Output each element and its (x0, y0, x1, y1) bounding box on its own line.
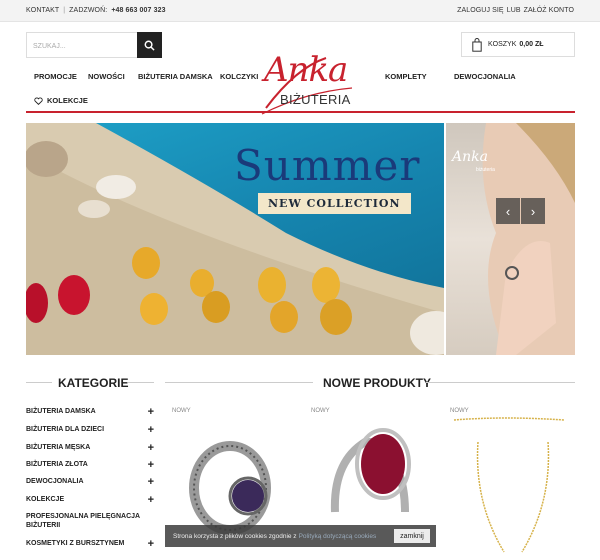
cookie-bar: Strona korzysta z plików cookies zgodnie… (165, 525, 436, 547)
search-icon (144, 40, 155, 51)
product-card[interactable]: NOWY (444, 402, 578, 560)
expand-icon[interactable]: + (148, 442, 154, 454)
nav-item-kolczyki[interactable]: KOLCZYKI (220, 72, 258, 81)
category-label: BIŻUTERIA ZŁOTA (26, 461, 88, 468)
chevron-left-icon: ‹ (505, 203, 511, 219)
phone-number[interactable]: +48 663 007 323 (111, 7, 165, 14)
expand-icon[interactable]: + (148, 476, 154, 488)
category-item[interactable]: BIŻUTERIA MĘSKA + (26, 442, 154, 454)
shopping-bag-icon (472, 37, 482, 52)
cart-label: KOSZYK (488, 41, 517, 48)
category-item[interactable]: KOSMETYKI Z BURSZTYNEM + (26, 538, 154, 550)
cart-amount: 0,00 ZŁ (519, 41, 544, 48)
heading-line (26, 382, 52, 383)
category-item[interactable]: BIŻUTERIA ZŁOTA + (26, 459, 154, 471)
nav-item-dewocjonalia[interactable]: DEWOCJONALIA (454, 72, 516, 81)
expand-icon[interactable]: + (148, 538, 154, 550)
heading-line (165, 382, 313, 383)
heading-line (426, 382, 575, 383)
main-nav: PROMOCJE NOWOŚCI BIŻUTERIA DAMSKA KOLCZY… (0, 64, 600, 112)
expand-icon[interactable]: + (148, 406, 154, 418)
contact-link[interactable]: KONTAKT (26, 7, 59, 14)
top-bar: KONTAKT | ZADZWOŃ: +48 663 007 323 ZALOG… (0, 0, 600, 22)
category-item[interactable]: KOLEKCJE + (26, 494, 154, 506)
category-item[interactable]: BIŻUTERIA DAMSKA + (26, 406, 154, 418)
nav-item-kolekcje[interactable]: KOLEKCJE (34, 96, 88, 105)
cart-button[interactable]: KOSZYK 0,00 ZŁ (461, 32, 575, 57)
slider-next-button[interactable]: › (521, 198, 545, 224)
login-link[interactable]: ZALOGUJ SIĘ (457, 7, 504, 14)
banner-title: Summer (234, 141, 421, 190)
heart-icon (34, 96, 43, 105)
category-label: DEWOCJONALIA (26, 478, 84, 485)
call-label: ZADZWOŃ: (69, 7, 108, 14)
nav-item-promocje[interactable]: PROMOCJE (34, 72, 77, 81)
slider-prev-button[interactable]: ‹ (496, 198, 520, 224)
category-label: BIŻUTERIA DLA DZIECI (26, 426, 105, 433)
account-links: ZALOGUJ SIĘ LUB ZAŁÓŻ KONTO (457, 7, 574, 14)
search-box (26, 32, 162, 58)
or-text: LUB (506, 7, 521, 14)
category-label: BIŻUTERIA MĘSKA (26, 444, 91, 451)
category-label: KOLEKCJE (26, 496, 65, 503)
category-item[interactable]: PROFESJONALNA PIELĘGNACJA BIŻUTERII (26, 512, 144, 530)
product-image-chain (453, 417, 565, 553)
nav-item-kolekcje-label: KOLEKCJE (47, 96, 88, 105)
register-link[interactable]: ZAŁÓŻ KONTO (524, 7, 574, 14)
banner-main-image: Summer NEW COLLECTION (26, 123, 444, 355)
expand-icon[interactable]: + (148, 494, 154, 506)
cookie-text: Strona korzysta z plików cookies zgodnie… (173, 532, 297, 540)
top-bar-contact: KONTAKT | ZADZWOŃ: +48 663 007 323 (26, 7, 166, 14)
category-label: KOSMETYKI Z BURSZTYNEM (26, 540, 125, 547)
category-item[interactable]: DEWOCJONALIA + (26, 476, 154, 488)
banner-side-logo-sub: biżuteria (476, 167, 495, 173)
banner-side-image: Anka biżuteria (446, 123, 575, 355)
nav-divider (26, 111, 575, 113)
category-item[interactable]: BIŻUTERIA DLA DZIECI + (26, 424, 154, 436)
heading-line (128, 382, 154, 383)
search-input[interactable] (33, 39, 133, 53)
banner-subtitle: NEW COLLECTION (258, 193, 411, 214)
categories-heading: KATEGORIE (58, 376, 129, 390)
cookie-policy-link[interactable]: Polityką dotyczącą cookies (299, 533, 377, 540)
search-button[interactable] (137, 32, 162, 58)
category-label: PROFESJONALNA PIELĘGNACJA BIŻUTERII (26, 513, 140, 529)
cookie-close-button[interactable]: zamknij (394, 529, 430, 543)
separator: | (63, 7, 66, 14)
hero-banner[interactable]: Summer NEW COLLECTION Anka biżuteria (26, 123, 575, 355)
nav-item-bizuteria-damska[interactable]: BIŻUTERIA DAMSKA (138, 72, 213, 81)
new-products-heading: NOWE PRODUKTY (323, 376, 431, 390)
banner-side-logo: Anka (452, 149, 488, 165)
expand-icon[interactable]: + (148, 424, 154, 436)
category-label: BIŻUTERIA DAMSKA (26, 408, 96, 415)
expand-icon[interactable]: + (148, 459, 154, 471)
nav-item-komplety[interactable]: KOMPLETY (385, 72, 427, 81)
chevron-right-icon: › (530, 203, 536, 219)
nav-item-nowosci[interactable]: NOWOŚCI (88, 72, 125, 81)
